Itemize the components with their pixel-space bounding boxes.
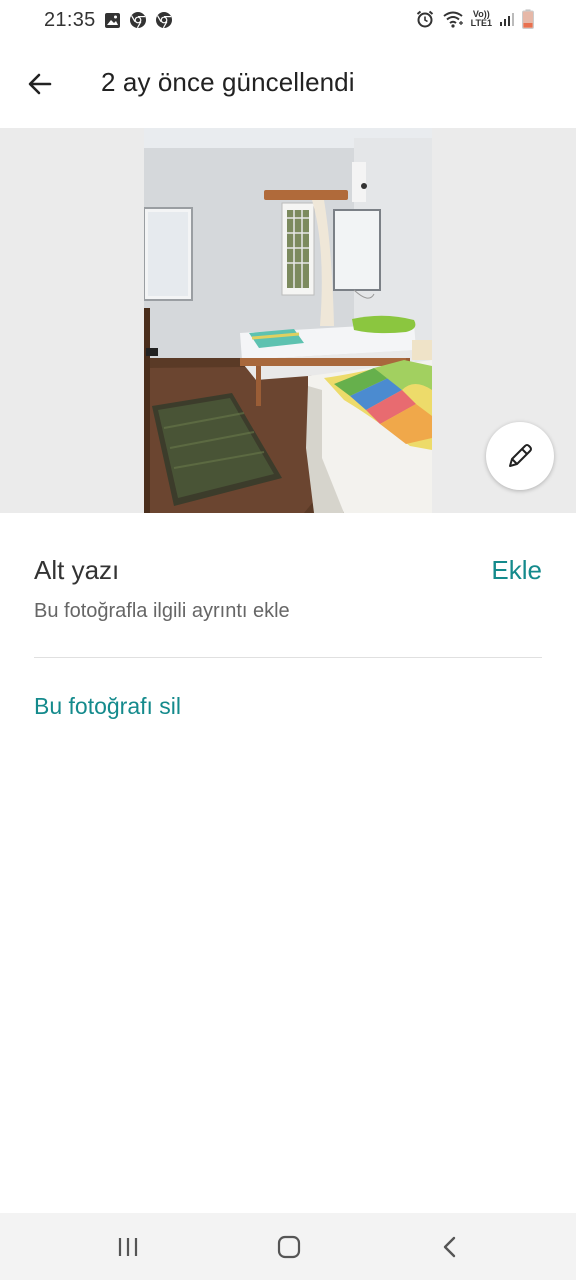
- status-notification-icons: [104, 11, 173, 29]
- home-button[interactable]: [249, 1213, 329, 1280]
- app-bar: 2 ay önce güncellendi: [0, 42, 576, 128]
- add-caption-button[interactable]: Ekle: [491, 555, 542, 586]
- home-icon: [277, 1235, 301, 1258]
- status-bar: 21:35 Vo)) LTE1: [0, 0, 576, 42]
- pencil-icon: [509, 444, 532, 467]
- edit-photo-button[interactable]: [486, 422, 554, 490]
- arrow-left-icon: [28, 73, 52, 95]
- page-title: 2 ay önce güncellendi: [101, 67, 355, 97]
- chrome-icon: [129, 11, 147, 29]
- photo-area: [0, 128, 576, 513]
- divider: [34, 657, 542, 658]
- wifi-icon: [442, 10, 464, 28]
- status-time: 21:35: [44, 9, 96, 31]
- delete-photo-button[interactable]: Bu fotoğrafı sil: [34, 693, 181, 720]
- gallery-icon: [104, 12, 121, 29]
- recent-apps-button[interactable]: [88, 1213, 168, 1280]
- back-icon: [443, 1236, 456, 1257]
- volte-bottom-label: LTE1: [470, 18, 492, 28]
- system-back-button[interactable]: [410, 1213, 490, 1280]
- volte-icon: Vo)) LTE1: [471, 10, 492, 28]
- system-nav-bar: [0, 1213, 576, 1280]
- battery-icon: [522, 9, 534, 29]
- alarm-icon: [415, 9, 435, 29]
- recent-apps-icon: [118, 1237, 138, 1256]
- status-system-icons: Vo)) LTE1: [415, 9, 534, 29]
- caption-label: Alt yazı: [34, 555, 120, 585]
- room-photo[interactable]: [144, 128, 432, 513]
- caption-hint: Bu fotoğrafla ilgili ayrıntı ekle: [34, 600, 290, 622]
- back-button[interactable]: [20, 64, 60, 104]
- signal-icon: [499, 11, 515, 27]
- chrome-icon: [155, 11, 173, 29]
